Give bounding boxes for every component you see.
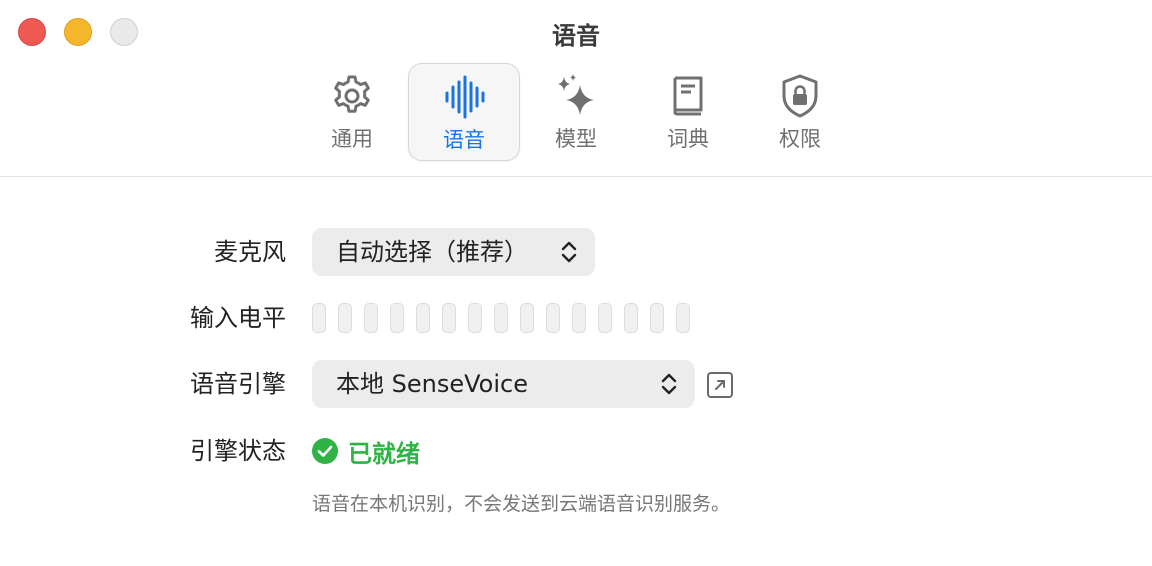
- level-segment: [442, 303, 456, 333]
- level-segment: [364, 303, 378, 333]
- tab-models[interactable]: 模型: [520, 63, 632, 161]
- engine-value: 本地 SenseVoice: [336, 370, 528, 398]
- tab-general[interactable]: 通用: [296, 63, 408, 161]
- open-external-icon[interactable]: [706, 371, 734, 399]
- tab-label: 词典: [667, 127, 709, 151]
- engine-row: 语音引擎 本地 SenseVoice: [0, 360, 1152, 408]
- engine-status: 已就绪: [312, 427, 420, 475]
- microphone-row: 麦克风 自动选择（推荐）: [0, 228, 1152, 276]
- chevron-up-down-icon: [661, 373, 677, 395]
- tab-permissions[interactable]: 权限: [744, 63, 856, 161]
- book-icon: [673, 76, 703, 116]
- gear-icon: [334, 75, 370, 113]
- waveform-icon: [445, 75, 485, 119]
- engine-status-row: 引擎状态 已就绪: [0, 427, 1152, 475]
- level-segment: [676, 303, 690, 333]
- level-segment: [520, 303, 534, 333]
- tab-label: 语音: [443, 128, 485, 152]
- level-segment: [312, 303, 326, 333]
- preferences-toolbar: 通用 语音 模型 词典 权限: [296, 63, 856, 161]
- lock-shield-icon: [782, 74, 818, 118]
- level-segment: [650, 303, 664, 333]
- toolbar-divider: [0, 176, 1152, 177]
- input-level-row: 输入电平: [0, 294, 1152, 342]
- microphone-label: 麦克风: [214, 238, 286, 266]
- microphone-value: 自动选择（推荐）: [336, 238, 528, 266]
- input-level-meter: [312, 303, 690, 333]
- privacy-note: 语音在本机识别，不会发送到云端语音识别服务。: [312, 493, 731, 515]
- window-title: 语音: [552, 22, 600, 50]
- tab-voice[interactable]: 语音: [408, 63, 520, 161]
- engine-status-value: 已就绪: [348, 439, 420, 468]
- checkmark-circle-icon: [312, 438, 338, 464]
- level-segment: [468, 303, 482, 333]
- engine-label: 语音引擎: [190, 370, 286, 398]
- tab-dictionary[interactable]: 词典: [632, 63, 744, 161]
- level-segment: [598, 303, 612, 333]
- tab-label: 通用: [331, 127, 373, 151]
- level-segment: [572, 303, 586, 333]
- tab-label: 模型: [555, 127, 597, 151]
- input-level-label: 输入电平: [190, 304, 286, 332]
- tab-label: 权限: [779, 127, 821, 151]
- level-segment: [390, 303, 404, 333]
- microphone-select[interactable]: 自动选择（推荐）: [312, 228, 595, 276]
- level-segment: [546, 303, 560, 333]
- level-segment: [494, 303, 508, 333]
- level-segment: [416, 303, 430, 333]
- chevron-up-down-icon: [561, 241, 577, 263]
- engine-select[interactable]: 本地 SenseVoice: [312, 360, 695, 408]
- level-segment: [624, 303, 638, 333]
- sparkles-icon: [558, 74, 594, 115]
- engine-status-label: 引擎状态: [190, 437, 286, 465]
- level-segment: [338, 303, 352, 333]
